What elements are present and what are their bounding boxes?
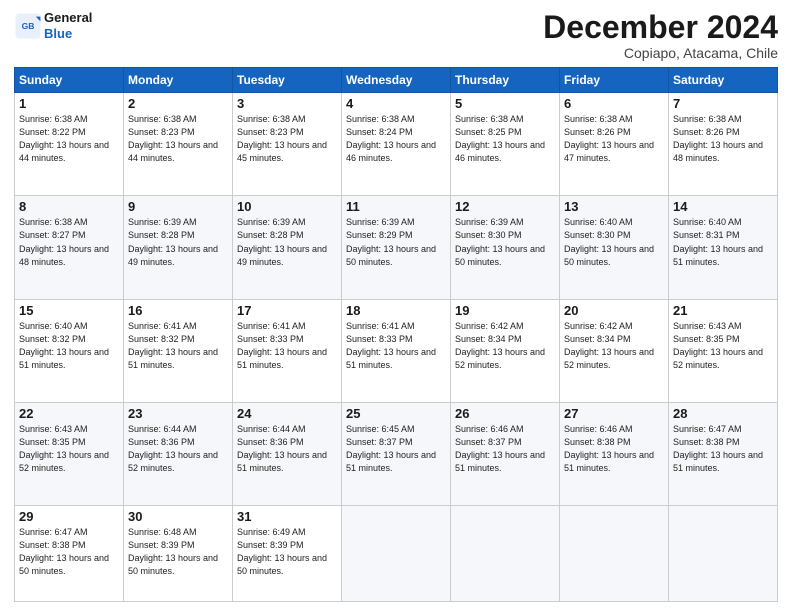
col-saturday: Saturday [669, 68, 778, 93]
col-wednesday: Wednesday [342, 68, 451, 93]
logo-line2: Blue [44, 26, 92, 42]
svg-text:GB: GB [22, 21, 35, 31]
col-sunday: Sunday [15, 68, 124, 93]
table-row: 11 Sunrise: 6:39 AMSunset: 8:29 PMDaylig… [342, 196, 451, 299]
table-row: 10 Sunrise: 6:39 AMSunset: 8:28 PMDaylig… [233, 196, 342, 299]
table-row: 14 Sunrise: 6:40 AMSunset: 8:31 PMDaylig… [669, 196, 778, 299]
table-row [451, 506, 560, 602]
table-row: 3 Sunrise: 6:38 AMSunset: 8:23 PMDayligh… [233, 93, 342, 196]
table-row: 18 Sunrise: 6:41 AMSunset: 8:33 PMDaylig… [342, 299, 451, 402]
table-row: 12 Sunrise: 6:39 AMSunset: 8:30 PMDaylig… [451, 196, 560, 299]
logo-icon: GB [14, 12, 42, 40]
table-row: 28 Sunrise: 6:47 AMSunset: 8:38 PMDaylig… [669, 402, 778, 505]
table-row: 15 Sunrise: 6:40 AMSunset: 8:32 PMDaylig… [15, 299, 124, 402]
table-row [669, 506, 778, 602]
table-row: 21 Sunrise: 6:43 AMSunset: 8:35 PMDaylig… [669, 299, 778, 402]
table-row: 13 Sunrise: 6:40 AMSunset: 8:30 PMDaylig… [560, 196, 669, 299]
col-thursday: Thursday [451, 68, 560, 93]
table-row: 25 Sunrise: 6:45 AMSunset: 8:37 PMDaylig… [342, 402, 451, 505]
table-row: 29 Sunrise: 6:47 AMSunset: 8:38 PMDaylig… [15, 506, 124, 602]
header: GB General Blue December 2024 Copiapo, A… [14, 10, 778, 61]
table-row: 7 Sunrise: 6:38 AMSunset: 8:26 PMDayligh… [669, 93, 778, 196]
location-subtitle: Copiapo, Atacama, Chile [543, 45, 778, 61]
table-row: 27 Sunrise: 6:46 AMSunset: 8:38 PMDaylig… [560, 402, 669, 505]
calendar-table: Sunday Monday Tuesday Wednesday Thursday… [14, 67, 778, 602]
table-row [560, 506, 669, 602]
table-row: 19 Sunrise: 6:42 AMSunset: 8:34 PMDaylig… [451, 299, 560, 402]
table-row: 30 Sunrise: 6:48 AMSunset: 8:39 PMDaylig… [124, 506, 233, 602]
table-row: 22 Sunrise: 6:43 AMSunset: 8:35 PMDaylig… [15, 402, 124, 505]
table-row: 16 Sunrise: 6:41 AMSunset: 8:32 PMDaylig… [124, 299, 233, 402]
table-row: 9 Sunrise: 6:39 AMSunset: 8:28 PMDayligh… [124, 196, 233, 299]
table-row: 20 Sunrise: 6:42 AMSunset: 8:34 PMDaylig… [560, 299, 669, 402]
col-monday: Monday [124, 68, 233, 93]
table-row: 24 Sunrise: 6:44 AMSunset: 8:36 PMDaylig… [233, 402, 342, 505]
table-row: 31 Sunrise: 6:49 AMSunset: 8:39 PMDaylig… [233, 506, 342, 602]
table-row [342, 506, 451, 602]
col-tuesday: Tuesday [233, 68, 342, 93]
table-row: 5 Sunrise: 6:38 AMSunset: 8:25 PMDayligh… [451, 93, 560, 196]
table-row: 4 Sunrise: 6:38 AMSunset: 8:24 PMDayligh… [342, 93, 451, 196]
table-row: 17 Sunrise: 6:41 AMSunset: 8:33 PMDaylig… [233, 299, 342, 402]
month-title: December 2024 [543, 10, 778, 45]
col-friday: Friday [560, 68, 669, 93]
table-row: 6 Sunrise: 6:38 AMSunset: 8:26 PMDayligh… [560, 93, 669, 196]
logo-text: General Blue [44, 10, 92, 41]
logo: GB General Blue [14, 10, 92, 41]
table-row: 2 Sunrise: 6:38 AMSunset: 8:23 PMDayligh… [124, 93, 233, 196]
table-row: 23 Sunrise: 6:44 AMSunset: 8:36 PMDaylig… [124, 402, 233, 505]
table-row: 1 Sunrise: 6:38 AMSunset: 8:22 PMDayligh… [15, 93, 124, 196]
header-row: Sunday Monday Tuesday Wednesday Thursday… [15, 68, 778, 93]
page: GB General Blue December 2024 Copiapo, A… [0, 0, 792, 612]
table-row: 26 Sunrise: 6:46 AMSunset: 8:37 PMDaylig… [451, 402, 560, 505]
logo-line1: General [44, 10, 92, 26]
table-row: 8 Sunrise: 6:38 AMSunset: 8:27 PMDayligh… [15, 196, 124, 299]
title-block: December 2024 Copiapo, Atacama, Chile [543, 10, 778, 61]
